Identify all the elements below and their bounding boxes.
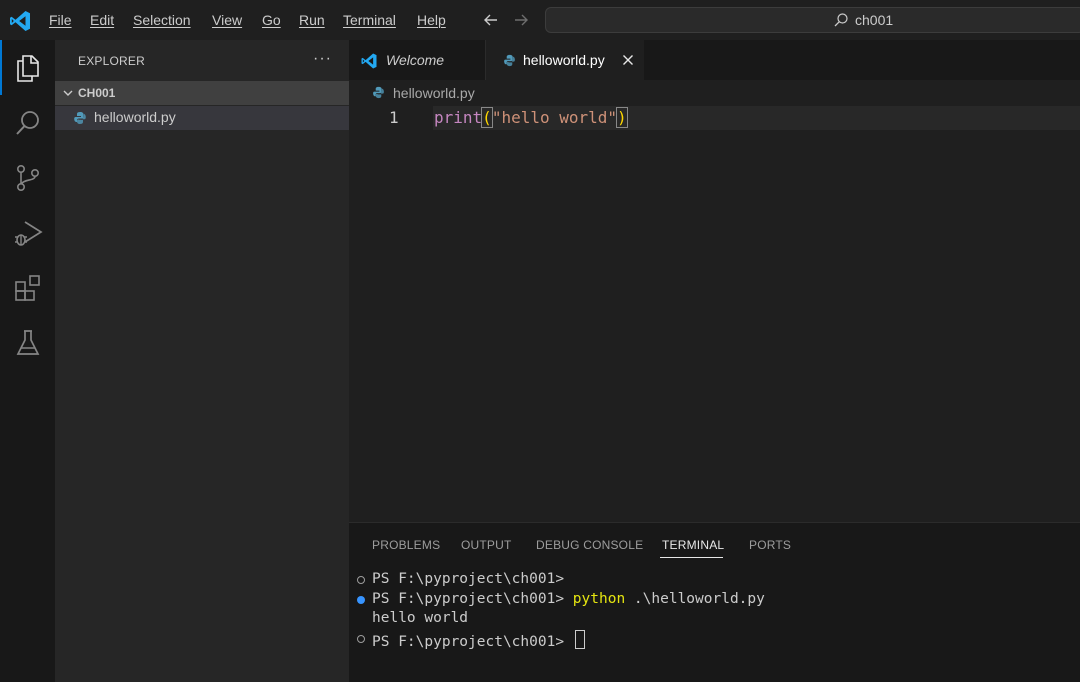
command-status-dot bbox=[357, 576, 365, 584]
python-file-icon bbox=[504, 54, 515, 67]
command-center-label: ch001 bbox=[855, 12, 894, 28]
sidebar-title: EXPLORER bbox=[78, 54, 145, 68]
editor-group: Welcome helloworld.py helloworld.py 1 pr… bbox=[349, 40, 1080, 522]
vscode-logo-icon bbox=[10, 11, 30, 31]
search-icon bbox=[834, 13, 848, 27]
bottom-panel: PROBLEMS OUTPUT DEBUG CONSOLE TERMINAL P… bbox=[349, 522, 1080, 682]
folder-row[interactable]: CH001 bbox=[55, 81, 349, 105]
command-status-dot bbox=[357, 635, 365, 643]
search-icon[interactable] bbox=[12, 107, 44, 139]
terminal-output: hello world bbox=[372, 610, 469, 626]
close-icon[interactable] bbox=[621, 53, 635, 67]
code-paren-open: ( bbox=[481, 107, 493, 128]
more-actions-icon[interactable]: ··· bbox=[313, 50, 332, 68]
terminal-line[interactable]: PS F:\pyproject\ch001> bbox=[372, 630, 585, 650]
arrow-right-icon[interactable] bbox=[511, 10, 531, 30]
menu-run[interactable]: Run bbox=[299, 12, 325, 28]
command-center-search[interactable]: ch001 bbox=[545, 7, 1080, 33]
breadcrumb-file[interactable]: helloworld.py bbox=[393, 85, 475, 101]
menu-help[interactable]: Help bbox=[417, 12, 446, 28]
menu-view[interactable]: View bbox=[212, 12, 242, 28]
arrow-left-icon[interactable] bbox=[481, 10, 501, 30]
terminal-argument: .\helloworld.py bbox=[625, 591, 765, 607]
python-file-icon bbox=[373, 86, 384, 99]
python-file-icon bbox=[74, 112, 86, 124]
terminal-line: PS F:\pyproject\ch001> bbox=[372, 571, 565, 587]
menu-selection[interactable]: Selection bbox=[133, 12, 191, 28]
panel-tab-ports[interactable]: PORTS bbox=[749, 538, 791, 552]
menu-file[interactable]: File bbox=[49, 12, 72, 28]
panel-tab-terminal[interactable]: TERMINAL bbox=[662, 538, 724, 552]
active-indicator bbox=[0, 40, 2, 95]
file-item-helloworld[interactable]: helloworld.py bbox=[55, 106, 349, 130]
panel-tab-debug-console[interactable]: DEBUG CONSOLE bbox=[536, 538, 643, 552]
panel-tab-problems[interactable]: PROBLEMS bbox=[372, 538, 440, 552]
terminal-prompt: PS F:\pyproject\ch001> bbox=[372, 634, 573, 650]
terminal-line: PS F:\pyproject\ch001> python .\hellowor… bbox=[372, 591, 765, 607]
terminal-command: python bbox=[572, 591, 626, 607]
code-string: "hello world" bbox=[491, 108, 618, 127]
file-label: helloworld.py bbox=[94, 109, 176, 125]
command-status-dot bbox=[357, 596, 365, 604]
line-number: 1 bbox=[389, 108, 399, 127]
explorer-icon[interactable] bbox=[12, 52, 44, 84]
active-tab-underline bbox=[660, 557, 723, 558]
folder-label: CH001 bbox=[78, 86, 116, 100]
tab-label: helloworld.py bbox=[523, 52, 605, 68]
menu-edit[interactable]: Edit bbox=[90, 12, 114, 28]
tab-label: Welcome bbox=[386, 52, 445, 68]
terminal-cursor bbox=[574, 630, 585, 649]
title-bar: File Edit Selection View Go Run Terminal… bbox=[0, 0, 1080, 40]
menu-terminal[interactable]: Terminal bbox=[343, 12, 396, 28]
menu-go[interactable]: Go bbox=[262, 12, 281, 28]
terminal-prompt: PS F:\pyproject\ch001> bbox=[372, 591, 573, 607]
tab-bar: Welcome helloworld.py bbox=[349, 40, 1080, 80]
code-line[interactable]: print("hello world") bbox=[434, 107, 628, 128]
tab-helloworld[interactable]: helloworld.py bbox=[486, 40, 644, 80]
chevron-down-icon bbox=[63, 90, 73, 96]
panel-tab-output[interactable]: OUTPUT bbox=[461, 538, 512, 552]
code-function: print bbox=[434, 108, 483, 127]
explorer-sidebar: EXPLORER ··· CH001 helloworld.py bbox=[55, 40, 349, 682]
source-control-icon[interactable] bbox=[12, 162, 44, 194]
tab-welcome[interactable]: Welcome bbox=[349, 40, 486, 80]
extensions-icon[interactable] bbox=[12, 272, 44, 304]
breadcrumb: helloworld.py bbox=[349, 80, 1080, 106]
run-debug-icon[interactable] bbox=[12, 217, 44, 249]
vscode-logo-icon bbox=[361, 53, 377, 69]
activity-bar bbox=[0, 40, 55, 682]
testing-icon[interactable] bbox=[12, 327, 44, 359]
code-paren-close: ) bbox=[616, 107, 628, 128]
